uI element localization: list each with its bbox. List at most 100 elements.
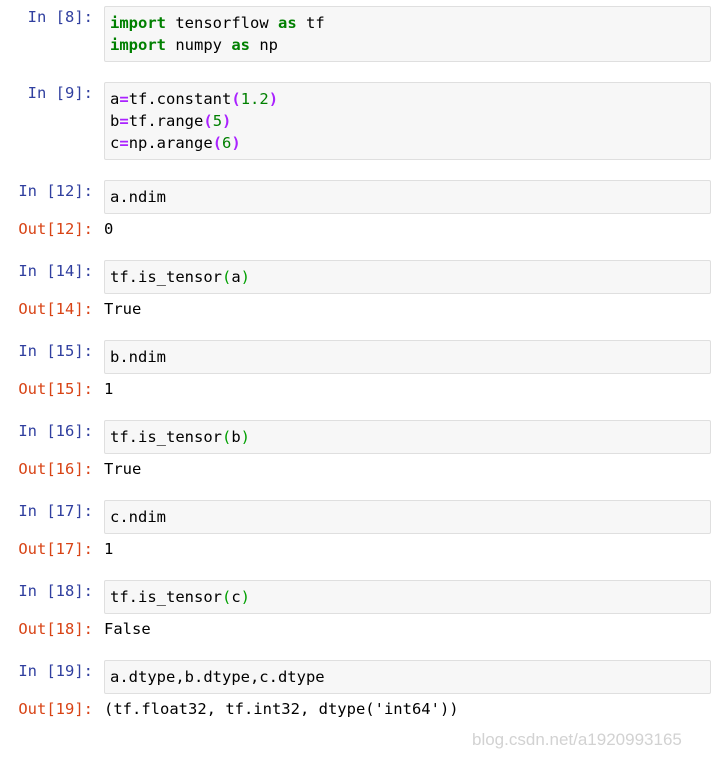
token-lparen-c: (: [221, 588, 232, 606]
token-expr-c-ndim: c.ndim: [110, 508, 166, 526]
token-module-tensorflow: tensorflow: [166, 14, 278, 32]
token-alias-np: np: [250, 36, 278, 54]
token-lparen-2: (: [203, 112, 213, 130]
notebook-cell-out-15: Out[15]: 1: [0, 378, 711, 400]
out-prompt-14: Out[14]:: [0, 298, 104, 320]
code-source-17[interactable]: c.ndim: [104, 500, 711, 534]
token-call-np-arange: np.arange: [128, 134, 213, 152]
in-prompt-14[interactable]: In [14]:: [0, 260, 104, 282]
output-value-17: 1: [104, 540, 114, 558]
cell-gap: [0, 320, 711, 340]
token-call-is-tensor-b: tf.is_tensor: [110, 428, 222, 446]
notebook-cell-in-15[interactable]: In [15]: b.ndim: [0, 340, 711, 374]
token-assign-2: =: [119, 112, 129, 130]
notebook-cell-in-14[interactable]: In [14]: tf.is_tensor(a): [0, 260, 711, 294]
token-assign-1: =: [119, 90, 129, 108]
out-prompt-16: Out[16]:: [0, 458, 104, 480]
token-number-6: 6: [222, 134, 232, 152]
code-source-12[interactable]: a.ndim: [104, 180, 711, 214]
in-prompt-17[interactable]: In [17]:: [0, 500, 104, 522]
token-rparen-3: ): [231, 134, 241, 152]
notebook-cell-in-8[interactable]: In [8]: import tensorflow as tf import n…: [0, 6, 711, 62]
token-lparen-1: (: [231, 90, 241, 108]
notebook-cell-out-17: Out[17]: 1: [0, 538, 711, 560]
out-prompt-17: Out[17]:: [0, 538, 104, 560]
output-value-12: 0: [104, 220, 114, 238]
out-prompt-19: Out[19]:: [0, 698, 104, 720]
in-prompt-12[interactable]: In [12]:: [0, 180, 104, 202]
code-source-8[interactable]: import tensorflow as tf import numpy as …: [104, 6, 711, 62]
token-keyword-import: import: [110, 14, 166, 32]
output-value-16: True: [104, 460, 142, 478]
cell-gap: [0, 62, 711, 82]
token-rparen-1: ): [268, 90, 279, 108]
token-lparen-a: (: [221, 268, 232, 286]
token-expr-b-ndim: b.ndim: [110, 348, 166, 366]
notebook-cell-out-14: Out[14]: True: [0, 298, 711, 320]
token-expr-dtypes: a.dtype,b.dtype,c.dtype: [110, 668, 325, 686]
in-prompt-16-label: In [16]:: [18, 422, 93, 440]
in-prompt-14-label: In [14]:: [18, 262, 93, 280]
cell-gap: [0, 640, 711, 660]
token-lparen-3: (: [212, 134, 223, 152]
in-prompt-15[interactable]: In [15]:: [0, 340, 104, 362]
token-expr-a-ndim: a.ndim: [110, 188, 166, 206]
out-prompt-16-label: Out[16]:: [18, 460, 93, 478]
code-source-16[interactable]: tf.is_tensor(b): [104, 420, 711, 454]
notebook-cell-out-18: Out[18]: False: [0, 618, 711, 640]
token-keyword-as: as: [277, 14, 297, 32]
out-prompt-12-label: Out[12]:: [18, 220, 93, 238]
token-assign-3: =: [119, 134, 129, 152]
out-prompt-18: Out[18]:: [0, 618, 104, 640]
token-keyword-as-2: as: [231, 36, 250, 54]
token-module-numpy: numpy: [166, 36, 232, 54]
in-prompt-18-label: In [18]:: [18, 582, 93, 600]
output-value-18: False: [104, 620, 151, 638]
out-prompt-15: Out[15]:: [0, 378, 104, 400]
notebook-cell-in-12[interactable]: In [12]: a.ndim: [0, 180, 711, 214]
notebook-cell-in-17[interactable]: In [17]: c.ndim: [0, 500, 711, 534]
token-call-is-tensor-c: tf.is_tensor: [110, 588, 222, 606]
notebook-cell-in-19[interactable]: In [19]: a.dtype,b.dtype,c.dtype: [0, 660, 711, 694]
output-value-14: True: [104, 300, 142, 318]
cell-gap: [0, 560, 711, 580]
token-keyword-import-2: import: [110, 36, 166, 54]
code-source-18[interactable]: tf.is_tensor(c): [104, 580, 711, 614]
out-prompt-12: Out[12]:: [0, 218, 104, 240]
code-source-15[interactable]: b.ndim: [104, 340, 711, 374]
out-prompt-18-label: Out[18]:: [18, 620, 93, 638]
in-prompt-18[interactable]: In [18]:: [0, 580, 104, 602]
in-prompt-16[interactable]: In [16]:: [0, 420, 104, 442]
in-prompt-19[interactable]: In [19]:: [0, 660, 104, 682]
token-var-c: c: [110, 134, 120, 152]
notebook-cell-out-12: Out[12]: 0: [0, 218, 711, 240]
in-prompt-8[interactable]: In [8]:: [0, 6, 104, 28]
cell-gap: [0, 160, 711, 180]
token-call-is-tensor-a: tf.is_tensor: [110, 268, 222, 286]
in-prompt-8-label: In [8]:: [27, 8, 93, 26]
in-prompt-12-label: In [12]:: [18, 182, 93, 200]
code-source-19[interactable]: a.dtype,b.dtype,c.dtype: [104, 660, 711, 694]
token-var-b: b: [110, 112, 120, 130]
out-prompt-14-label: Out[14]:: [18, 300, 93, 318]
notebook-cell-in-18[interactable]: In [18]: tf.is_tensor(c): [0, 580, 711, 614]
cell-gap: [0, 240, 711, 260]
notebook-cell-out-19: Out[19]: (tf.float32, tf.int32, dtype('i…: [0, 698, 711, 720]
token-alias-tf: tf: [296, 14, 325, 32]
token-rparen-b: ): [240, 428, 251, 446]
code-source-14[interactable]: tf.is_tensor(a): [104, 260, 711, 294]
out-prompt-17-label: Out[17]:: [18, 540, 93, 558]
csdn-watermark: blog.csdn.net/a1920993165: [472, 730, 682, 749]
code-source-9[interactable]: a=tf.constant(1.2) b=tf.range(5) c=np.ar…: [104, 82, 711, 160]
notebook-cell-in-16[interactable]: In [16]: tf.is_tensor(b): [0, 420, 711, 454]
token-arg-c: c: [231, 588, 241, 606]
notebook-cell-in-9[interactable]: In [9]: a=tf.constant(1.2) b=tf.range(5)…: [0, 82, 711, 160]
token-number-5: 5: [212, 112, 223, 130]
token-lparen-b: (: [221, 428, 232, 446]
token-call-tf-constant: tf.constant: [128, 90, 232, 108]
in-prompt-9[interactable]: In [9]:: [0, 82, 104, 104]
cell-gap: [0, 480, 711, 500]
in-prompt-19-label: In [19]:: [18, 662, 93, 680]
in-prompt-15-label: In [15]:: [18, 342, 93, 360]
out-prompt-19-label: Out[19]:: [18, 700, 93, 718]
